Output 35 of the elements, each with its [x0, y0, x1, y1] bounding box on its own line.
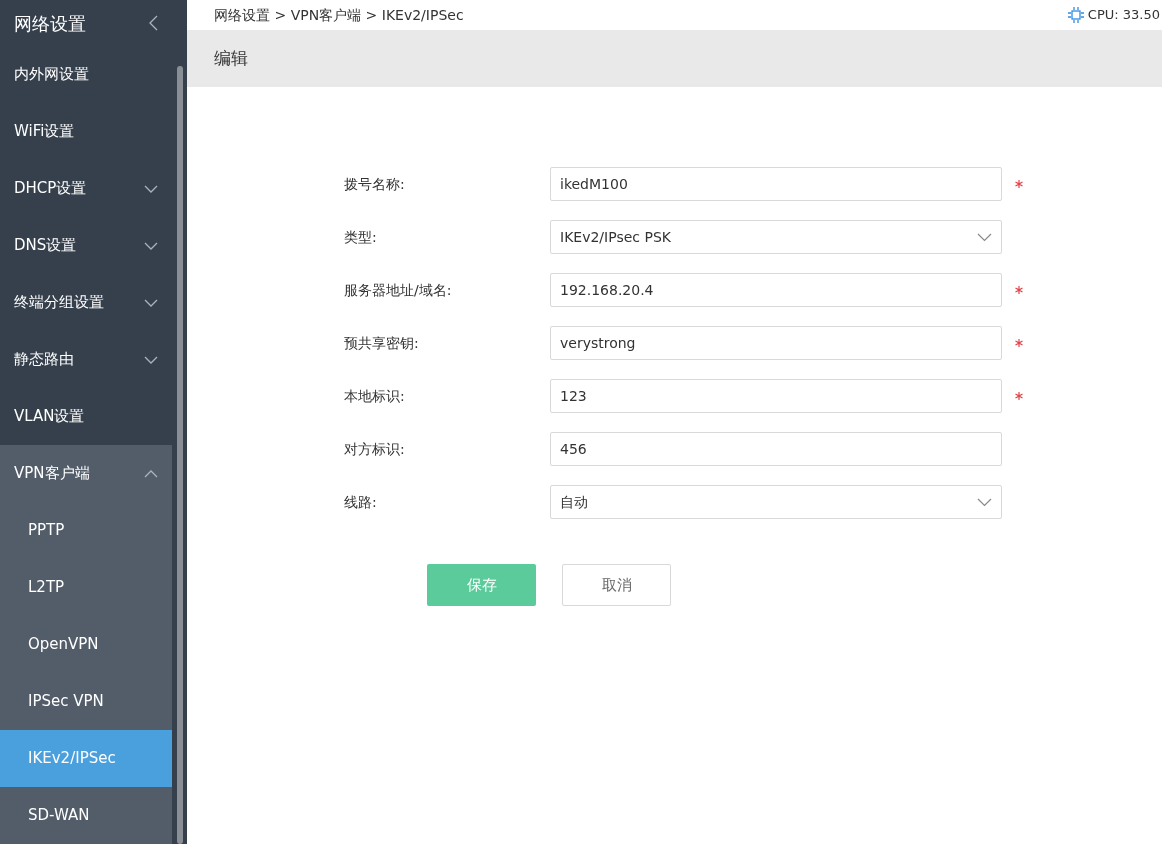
- chevron-down-icon: [977, 497, 992, 507]
- field-label: 类型:: [344, 227, 378, 247]
- breadcrumb: 网络设置 > VPN客户端 > IKEv2/IPSec: [214, 5, 464, 25]
- input-field[interactable]: verystrong: [550, 326, 1002, 360]
- chevron-icon: [144, 355, 158, 364]
- chip-icon: [1066, 6, 1085, 24]
- submenu-item[interactable]: L2TP: [0, 559, 172, 616]
- sidebar-title: 网络设置: [14, 11, 86, 36]
- chevron-down-icon: [977, 232, 992, 242]
- field-label: 服务器地址/域名:: [344, 280, 453, 300]
- input-field[interactable]: 456: [550, 432, 1002, 466]
- input-field[interactable]: 123: [550, 379, 1002, 413]
- submenu-item[interactable]: SD-WAN: [0, 787, 172, 844]
- chevron-icon: [144, 469, 158, 478]
- chevron-icon: [144, 184, 158, 193]
- field-label: 本地标识:: [344, 386, 406, 406]
- cancel-button[interactable]: 取消: [562, 564, 671, 606]
- dropdown[interactable]: 自动: [550, 485, 1002, 519]
- submenu-item[interactable]: PPTP: [0, 502, 172, 559]
- field-label: 线路:: [344, 492, 378, 512]
- collapse-icon[interactable]: [149, 15, 158, 31]
- dropdown[interactable]: IKEv2/IPsec PSK: [550, 220, 1002, 254]
- menu-item[interactable]: VPN客户端: [0, 445, 172, 502]
- panel-title: 编辑: [214, 46, 248, 70]
- chevron-icon: [144, 298, 158, 307]
- field-label: 对方标识:: [344, 439, 406, 459]
- chevron-icon: [144, 241, 158, 250]
- input-field[interactable]: 192.168.20.4: [550, 273, 1002, 307]
- field-label: 预共享密钥:: [344, 333, 420, 353]
- field-label: 拨号名称:: [344, 174, 406, 194]
- scrollbar-thumb[interactable]: [176, 66, 183, 844]
- cpu-usage: CPU: 33.50: [1087, 6, 1160, 25]
- submenu-item[interactable]: IPSec VPN: [0, 673, 172, 730]
- input-field[interactable]: ikedM100: [550, 167, 1002, 201]
- submenu-item[interactable]: OpenVPN: [0, 616, 172, 673]
